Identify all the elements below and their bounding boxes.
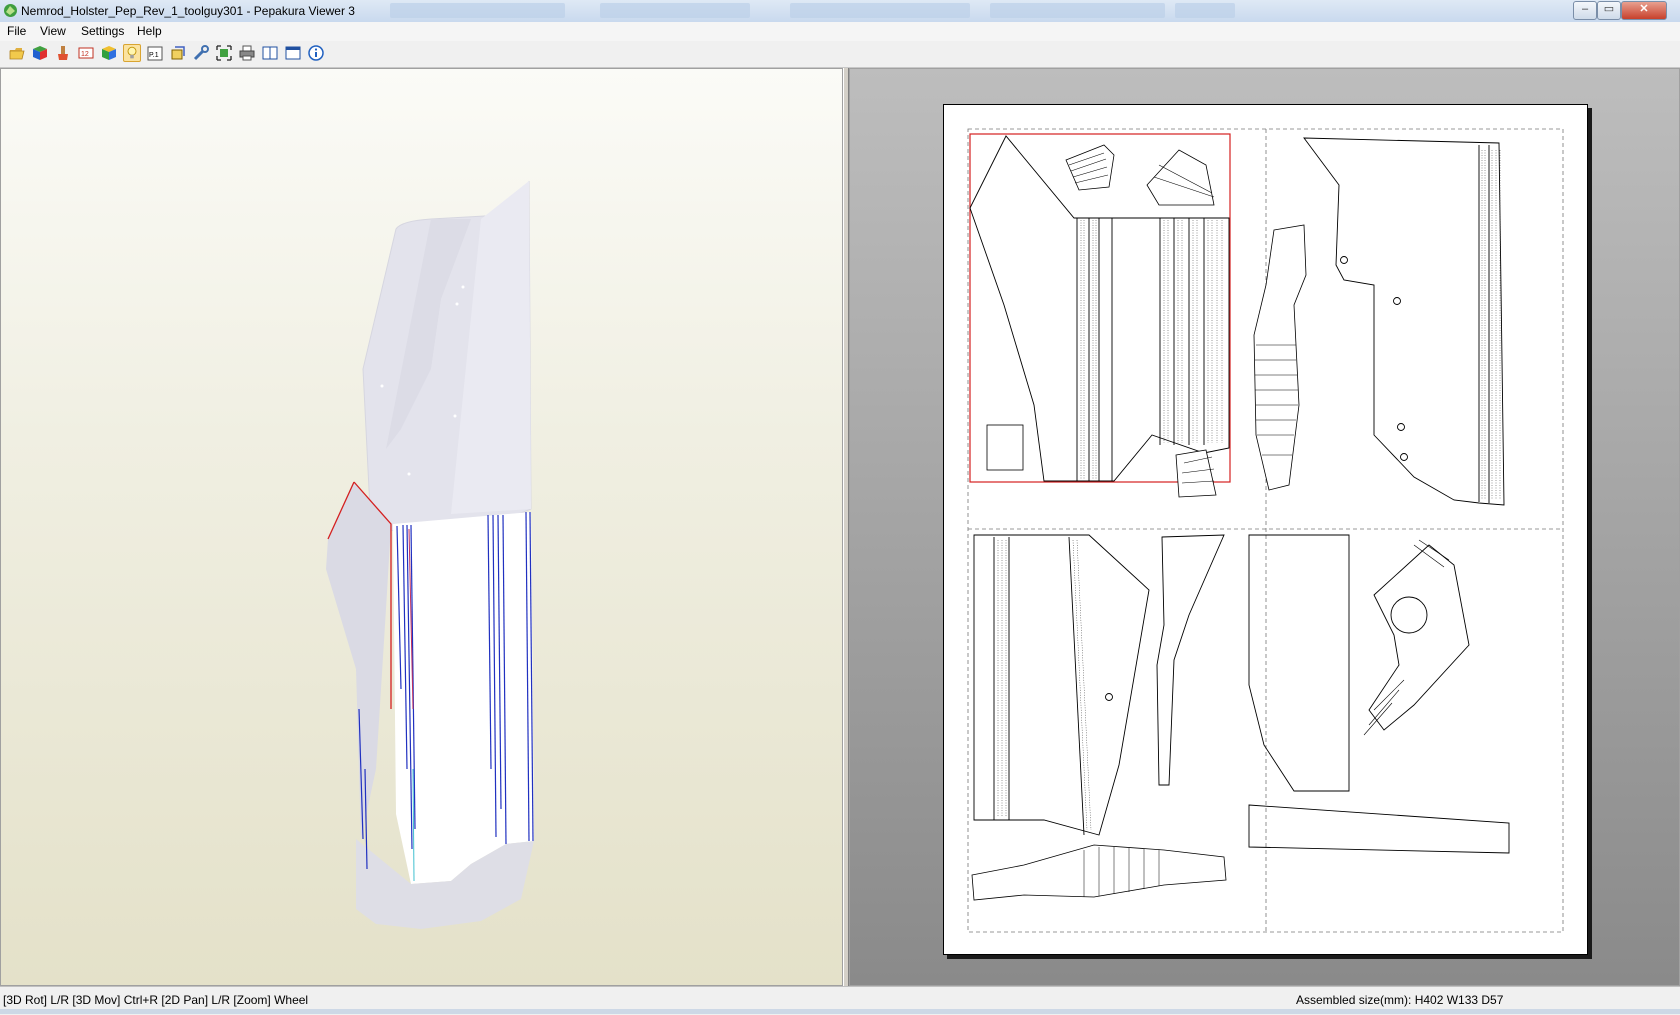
part-bottom-right	[1248, 534, 1510, 854]
close-button[interactable]: ✕	[1621, 1, 1667, 20]
holster-3d-model[interactable]	[1, 69, 842, 985]
holster-front-face	[393, 512, 534, 884]
3d-cube-color-icon[interactable]	[31, 44, 49, 62]
flaps-icon[interactable]	[169, 44, 187, 62]
pepakura-app-icon	[4, 4, 17, 17]
2d-pattern-view[interactable]	[849, 68, 1680, 986]
3d-model-view[interactable]	[0, 68, 843, 986]
part-top-right	[1303, 137, 1505, 506]
background-window-tab	[390, 3, 565, 18]
toolbar: 12 P.1	[0, 41, 1680, 68]
split-view-icon[interactable]	[261, 44, 279, 62]
controls-hint: [3D Rot] L/R [3D Mov] Ctrl+R [2D Pan] L/…	[3, 993, 309, 1007]
holster-left-flap	[326, 482, 391, 839]
background-window-tab	[990, 3, 1165, 18]
numbering-icon[interactable]: 12	[77, 44, 95, 62]
menu-file[interactable]: File	[7, 24, 26, 38]
texture-cube-icon[interactable]	[100, 44, 118, 62]
part-bottom-left	[973, 534, 1225, 836]
part-top-left-hatching	[1080, 220, 1223, 479]
background-window-tab	[790, 3, 970, 18]
menu-bar: File View Settings Help	[0, 22, 1680, 42]
taskbar-edge	[0, 1009, 1680, 1014]
part-bottom-left-hatching	[997, 539, 1092, 831]
single-view-icon[interactable]	[284, 44, 302, 62]
info-icon[interactable]	[307, 44, 325, 62]
page-number-icon[interactable]: P.1	[146, 44, 164, 62]
accordion-strip-vertical	[1253, 224, 1307, 491]
wrench-icon[interactable]	[192, 44, 210, 62]
tile-grid	[967, 128, 1564, 933]
part-top-right-hatching	[1481, 150, 1501, 500]
menu-help[interactable]: Help	[137, 24, 162, 38]
page-number-label: P.1	[149, 52, 159, 59]
svg-text:12: 12	[81, 51, 89, 58]
fit-view-icon[interactable]	[215, 44, 233, 62]
minimize-button[interactable]: –	[1573, 1, 1597, 20]
maximize-button[interactable]: ▭	[1597, 1, 1621, 20]
part-bottom-right-hatching	[1363, 539, 1450, 736]
unfolded-pattern[interactable]	[944, 105, 1587, 954]
small-parts-cluster	[986, 144, 1217, 498]
brush-icon[interactable]	[54, 44, 72, 62]
assembled-size: Assembled size(mm): H402 W133 D57	[1296, 993, 1504, 1007]
menu-view[interactable]: View	[40, 24, 66, 38]
open-folder-icon[interactable]	[8, 44, 26, 62]
menu-settings[interactable]: Settings	[81, 24, 124, 38]
window-title: Nemrod_Holster_Pep_Rev_1_toolguy301 - Pe…	[21, 4, 355, 18]
background-window-tab	[1175, 3, 1235, 18]
background-window-tab	[600, 3, 750, 18]
printer-icon[interactable]	[238, 44, 256, 62]
title-bar: Nemrod_Holster_Pep_Rev_1_toolguy301 - Pe…	[0, 0, 1680, 23]
lightbulb-icon[interactable]	[123, 44, 141, 62]
printable-page	[943, 104, 1588, 955]
